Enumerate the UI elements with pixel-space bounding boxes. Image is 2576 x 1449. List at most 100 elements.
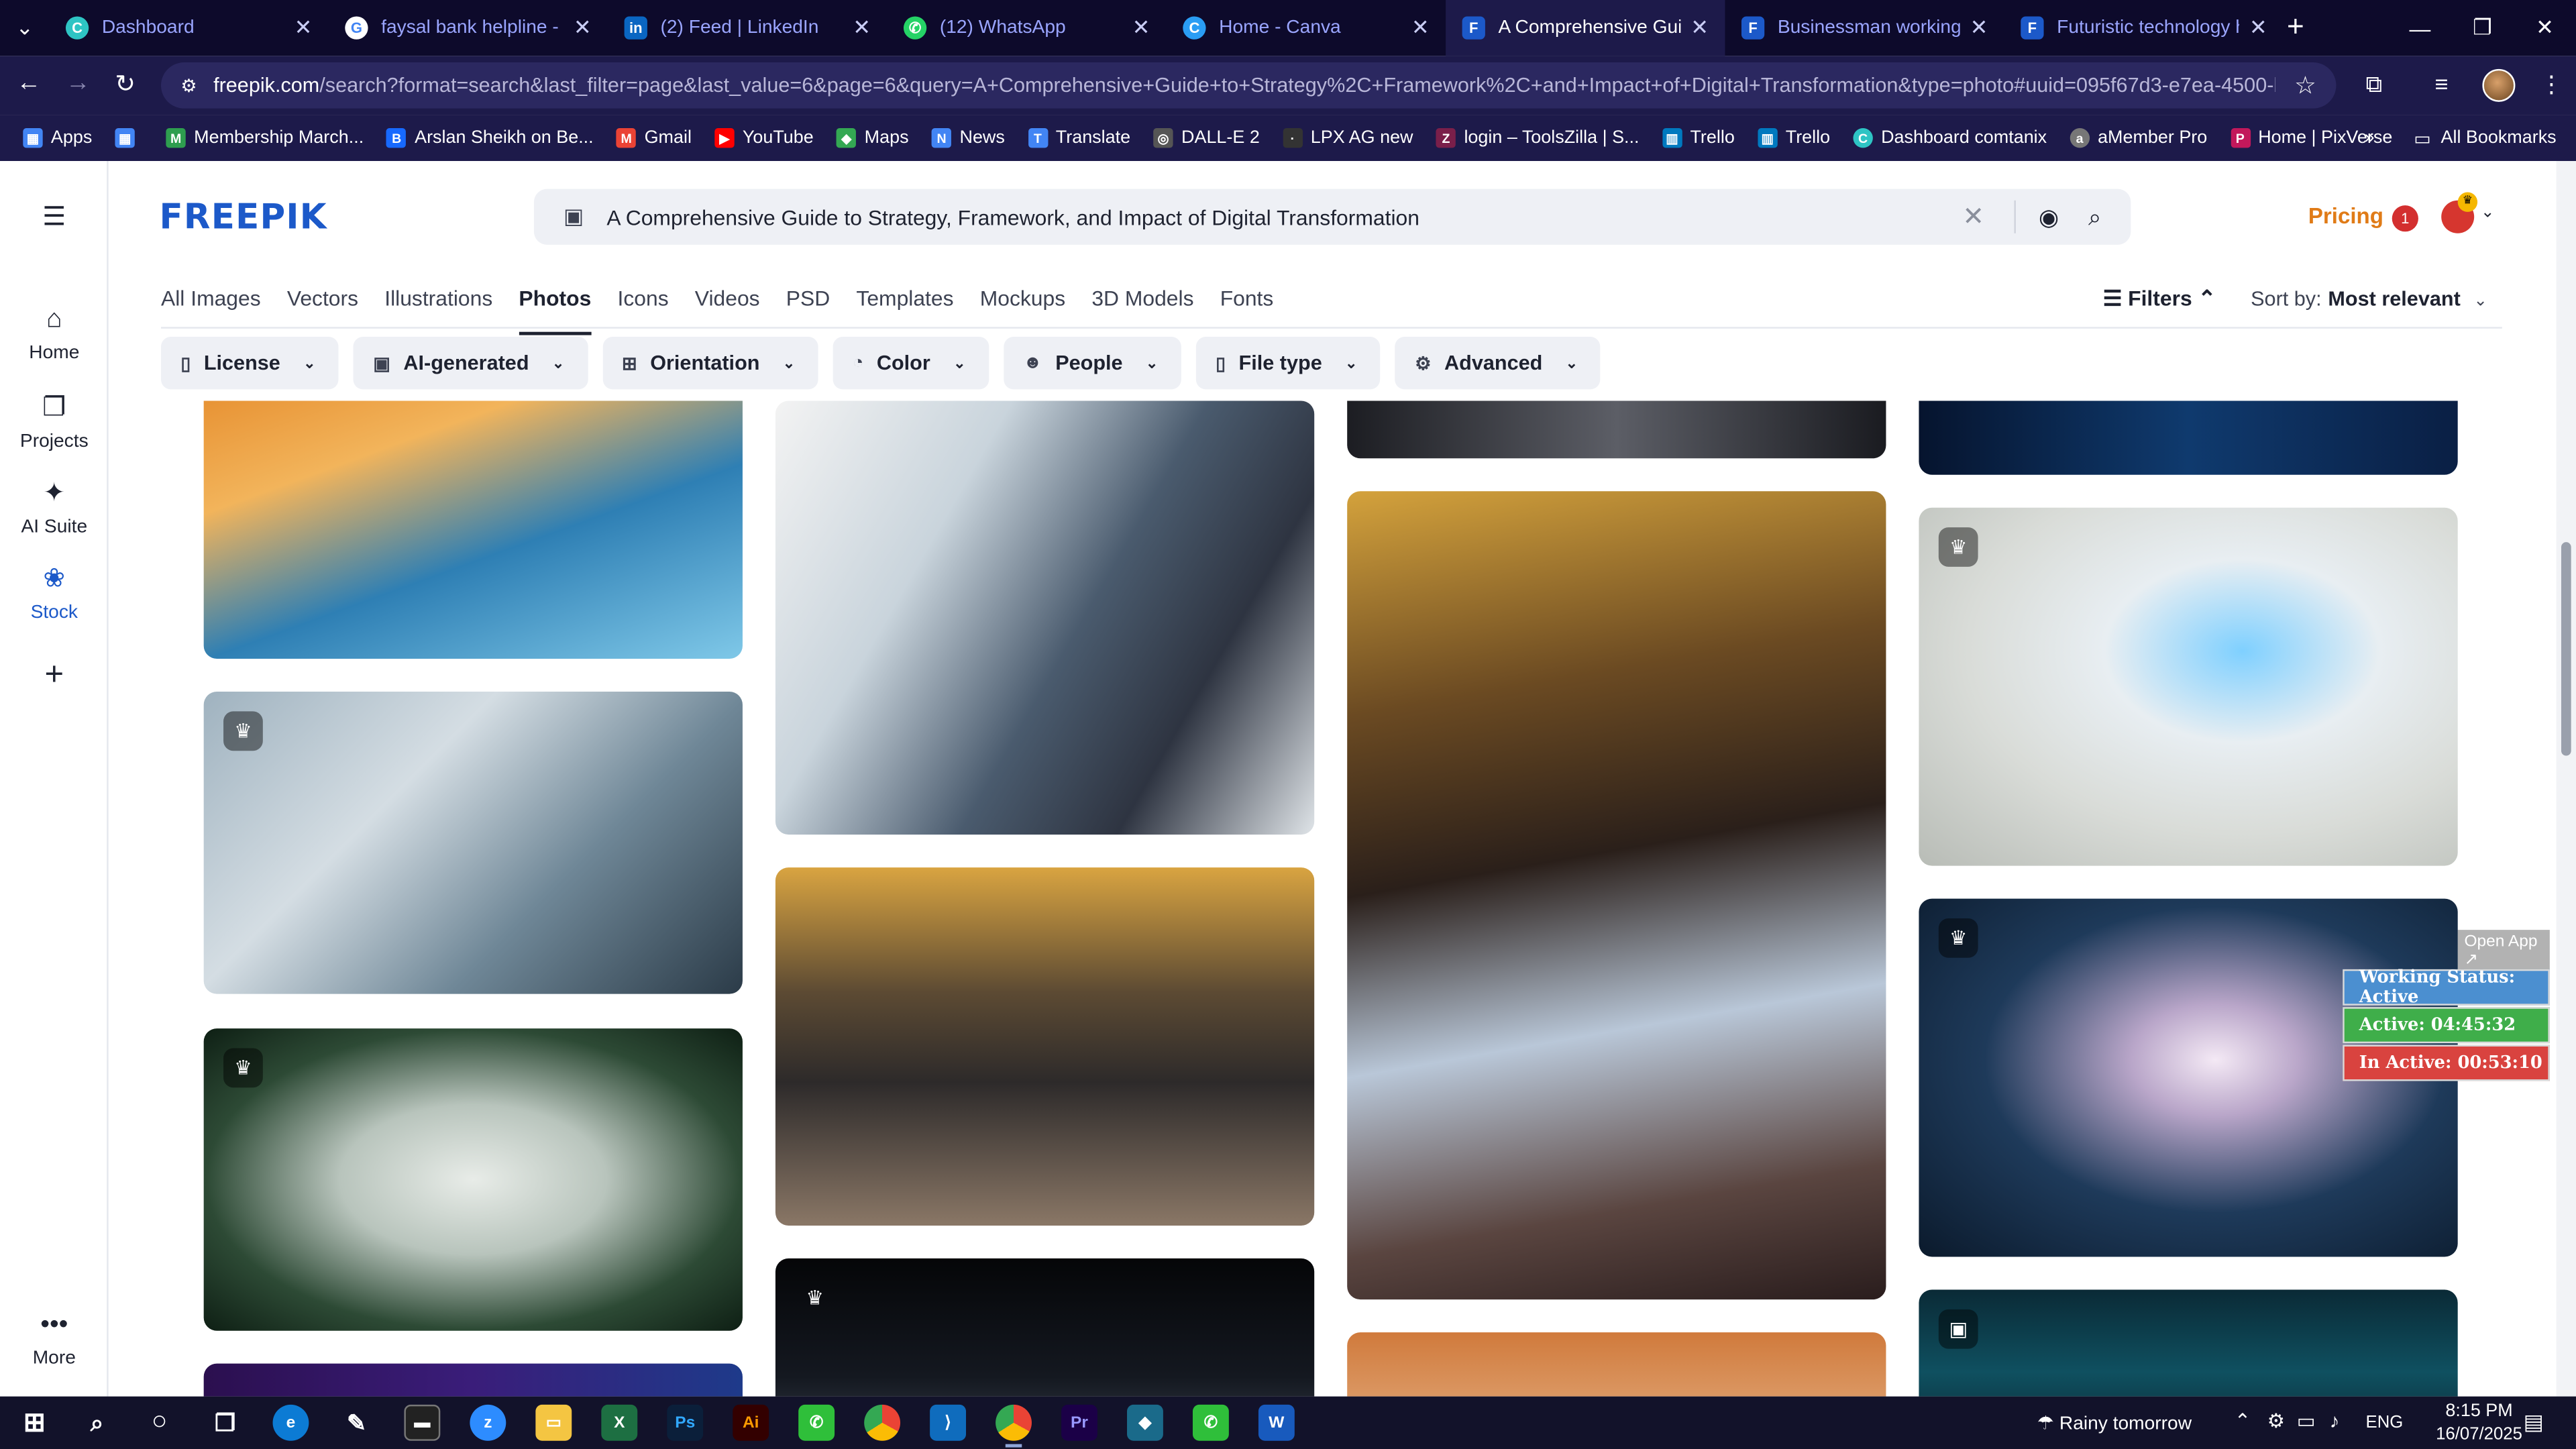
bookmark-item[interactable]: B Arslan Sheikh on Be... <box>386 128 594 148</box>
cortana-icon[interactable]: ○ <box>142 1405 178 1441</box>
search-input[interactable]: A Comprehensive Guide to Strategy, Frame… <box>606 205 1962 229</box>
image-card[interactable] <box>203 1363 743 1397</box>
url-text[interactable]: freepik.com/search?format=search&last_fi… <box>213 74 2275 97</box>
tab-mockups[interactable]: Mockups <box>980 286 1065 325</box>
extensions-icon[interactable]: ⧉ <box>2366 70 2382 99</box>
task-view-icon[interactable]: ❐ <box>207 1405 244 1441</box>
media-control-icon[interactable]: ≡ <box>2434 70 2448 97</box>
browser-tab[interactable]: C Dashboard ✕ <box>49 0 328 56</box>
image-card[interactable]: ▣ <box>1919 1289 2458 1397</box>
photoshop-icon[interactable]: Ps <box>667 1404 704 1441</box>
tab-3d-models[interactable]: 3D Models <box>1091 286 1193 325</box>
bookmark-grid[interactable]: ▦ <box>115 128 144 148</box>
image-card[interactable] <box>1347 491 1886 1300</box>
profile-avatar[interactable] <box>2482 68 2516 102</box>
app-icon[interactable]: ✆ <box>1192 1404 1229 1441</box>
image-card[interactable] <box>775 400 1315 835</box>
image-card[interactable]: ♛ <box>203 692 743 994</box>
image-card[interactable]: ♛ <box>775 1258 1315 1397</box>
plus-icon[interactable]: + <box>0 657 109 695</box>
close-tab-icon[interactable]: ✕ <box>853 15 871 41</box>
camera-search-icon[interactable]: ◉ <box>2039 203 2059 231</box>
minimize-icon[interactable]: — <box>2389 0 2451 56</box>
pen-tool-icon[interactable]: ✎ <box>338 1405 374 1441</box>
language-indicator[interactable]: ENG <box>2366 1413 2404 1432</box>
terminal-icon[interactable]: ▬ <box>404 1404 441 1441</box>
freepik-logo[interactable]: FREEPIK <box>160 197 327 237</box>
app-icon[interactable]: ◆ <box>1127 1404 1163 1441</box>
app-icon[interactable]: ✆ <box>798 1404 835 1441</box>
site-info-icon[interactable]: ⚙ <box>180 74 197 96</box>
chip-orientation[interactable]: ⊞ Orientation ⌄ <box>602 337 818 390</box>
image-card[interactable] <box>1347 1332 1886 1397</box>
tab-templates[interactable]: Templates <box>856 286 953 325</box>
chip-advanced[interactable]: ⚙ Advanced ⌄ <box>1395 337 1601 390</box>
clock-time[interactable]: 8:15 PM <box>2434 1401 2523 1421</box>
image-card[interactable]: ♛ <box>1919 507 2458 866</box>
browser-tab[interactable]: C Home - Canva ✕ <box>1167 0 1446 56</box>
search-icon[interactable]: ⌕ <box>2088 203 2101 231</box>
close-tab-icon[interactable]: ✕ <box>2249 15 2267 41</box>
all-bookmarks[interactable]: All Bookmarks <box>2440 128 2556 148</box>
browser-tab[interactable]: F Businessman working in o ✕ <box>1725 0 2004 56</box>
pricing-link[interactable]: Pricing <box>2308 204 2383 229</box>
image-card[interactable] <box>1347 400 1886 459</box>
close-tab-icon[interactable]: ✕ <box>1690 15 1709 41</box>
image-card[interactable] <box>203 400 743 659</box>
rail-item-stock[interactable]: ❀ Stock <box>0 562 109 623</box>
chip-color[interactable]: ◔ Color ⌄ <box>833 337 989 390</box>
sort-dropdown[interactable]: Sort by: Most relevant ⌄ <box>2251 288 2487 311</box>
chrome-active-icon[interactable] <box>996 1404 1032 1441</box>
chrome-menu-icon[interactable]: ⋮ <box>2540 70 2563 99</box>
tab-icons[interactable]: Icons <box>618 286 669 325</box>
volume-icon[interactable]: ♪ <box>2330 1409 2340 1432</box>
close-tab-icon[interactable]: ✕ <box>1132 15 1150 41</box>
file-explorer-icon[interactable]: ▭ <box>535 1404 572 1441</box>
tab-psd[interactable]: PSD <box>786 286 830 325</box>
page-scrollbar[interactable] <box>2556 161 2576 1397</box>
filters-button[interactable]: ☰ Filters ⌃ <box>2103 286 2216 312</box>
rail-item-ai-suite[interactable]: ✦ AI Suite <box>0 476 109 537</box>
clock-date[interactable]: 16/07/2025 <box>2434 1424 2523 1444</box>
bookmark-item[interactable]: a aMember Pro <box>2070 128 2207 148</box>
browser-tab[interactable]: G faysal bank helpline - Goo ✕ <box>329 0 608 56</box>
search-bar[interactable]: ▣ A Comprehensive Guide to Strategy, Fra… <box>533 189 2131 245</box>
tab-search-icon[interactable]: ⌄ <box>0 0 49 56</box>
close-tab-icon[interactable]: ✕ <box>574 15 592 41</box>
image-type-icon[interactable]: ▣ <box>564 204 584 230</box>
bookmark-item[interactable]: ▶ YouTube <box>714 128 814 148</box>
tab-videos[interactable]: Videos <box>695 286 760 325</box>
rail-item-projects[interactable]: ❐ Projects <box>0 391 109 452</box>
premiere-icon[interactable]: Pr <box>1061 1404 1097 1441</box>
bookmark-item[interactable]: N News <box>931 128 1005 148</box>
search-icon[interactable]: ⌕ <box>79 1405 115 1441</box>
reload-icon[interactable]: ↻ <box>115 69 136 99</box>
network-icon[interactable]: ▭ <box>2297 1409 2316 1432</box>
bookmark-item[interactable]: ▥ Trello <box>1758 128 1830 148</box>
browser-tab[interactable]: ✆ (12) WhatsApp ✕ <box>887 0 1166 56</box>
back-icon[interactable]: ← <box>16 69 41 97</box>
close-tab-icon[interactable]: ✕ <box>1970 15 1988 41</box>
tab-photos[interactable]: Photos <box>519 286 592 335</box>
tray-chevron-icon[interactable]: ⌃ <box>2235 1409 2251 1432</box>
rail-item-more[interactable]: ••• More <box>0 1311 109 1368</box>
chip-ai-generated[interactable]: ▣ AI-generated ⌄ <box>353 337 588 390</box>
close-tab-icon[interactable]: ✕ <box>294 15 313 41</box>
new-tab-icon[interactable]: + <box>2287 10 2304 44</box>
clear-search-icon[interactable]: ✕ <box>1962 201 1984 233</box>
notification-badge[interactable]: 1 <box>2392 205 2418 232</box>
restore-icon[interactable]: ❐ <box>2451 0 2514 56</box>
browser-tab[interactable]: F Futuristic technology hol ✕ <box>2004 0 2284 56</box>
illustrator-icon[interactable]: Ai <box>733 1404 769 1441</box>
browser-tab[interactable]: in (2) Feed | LinkedIn ✕ <box>608 0 887 56</box>
close-window-icon[interactable]: ✕ <box>2514 0 2576 56</box>
image-card[interactable]: ♛ <box>203 1028 743 1331</box>
tray-app-icon[interactable]: ⚙ <box>2267 1409 2285 1432</box>
more-bookmarks-icon[interactable]: » <box>2365 128 2375 148</box>
image-card[interactable] <box>1919 400 2458 475</box>
bookmark-item[interactable]: M Membership March... <box>166 128 364 148</box>
close-tab-icon[interactable]: ✕ <box>1411 15 1430 41</box>
bookmark-item[interactable]: · LPX AG new <box>1283 128 1413 148</box>
chip-people[interactable]: ☻ People ⌄ <box>1003 337 1181 390</box>
bookmark-apps[interactable]: ▦ Apps <box>23 128 92 148</box>
